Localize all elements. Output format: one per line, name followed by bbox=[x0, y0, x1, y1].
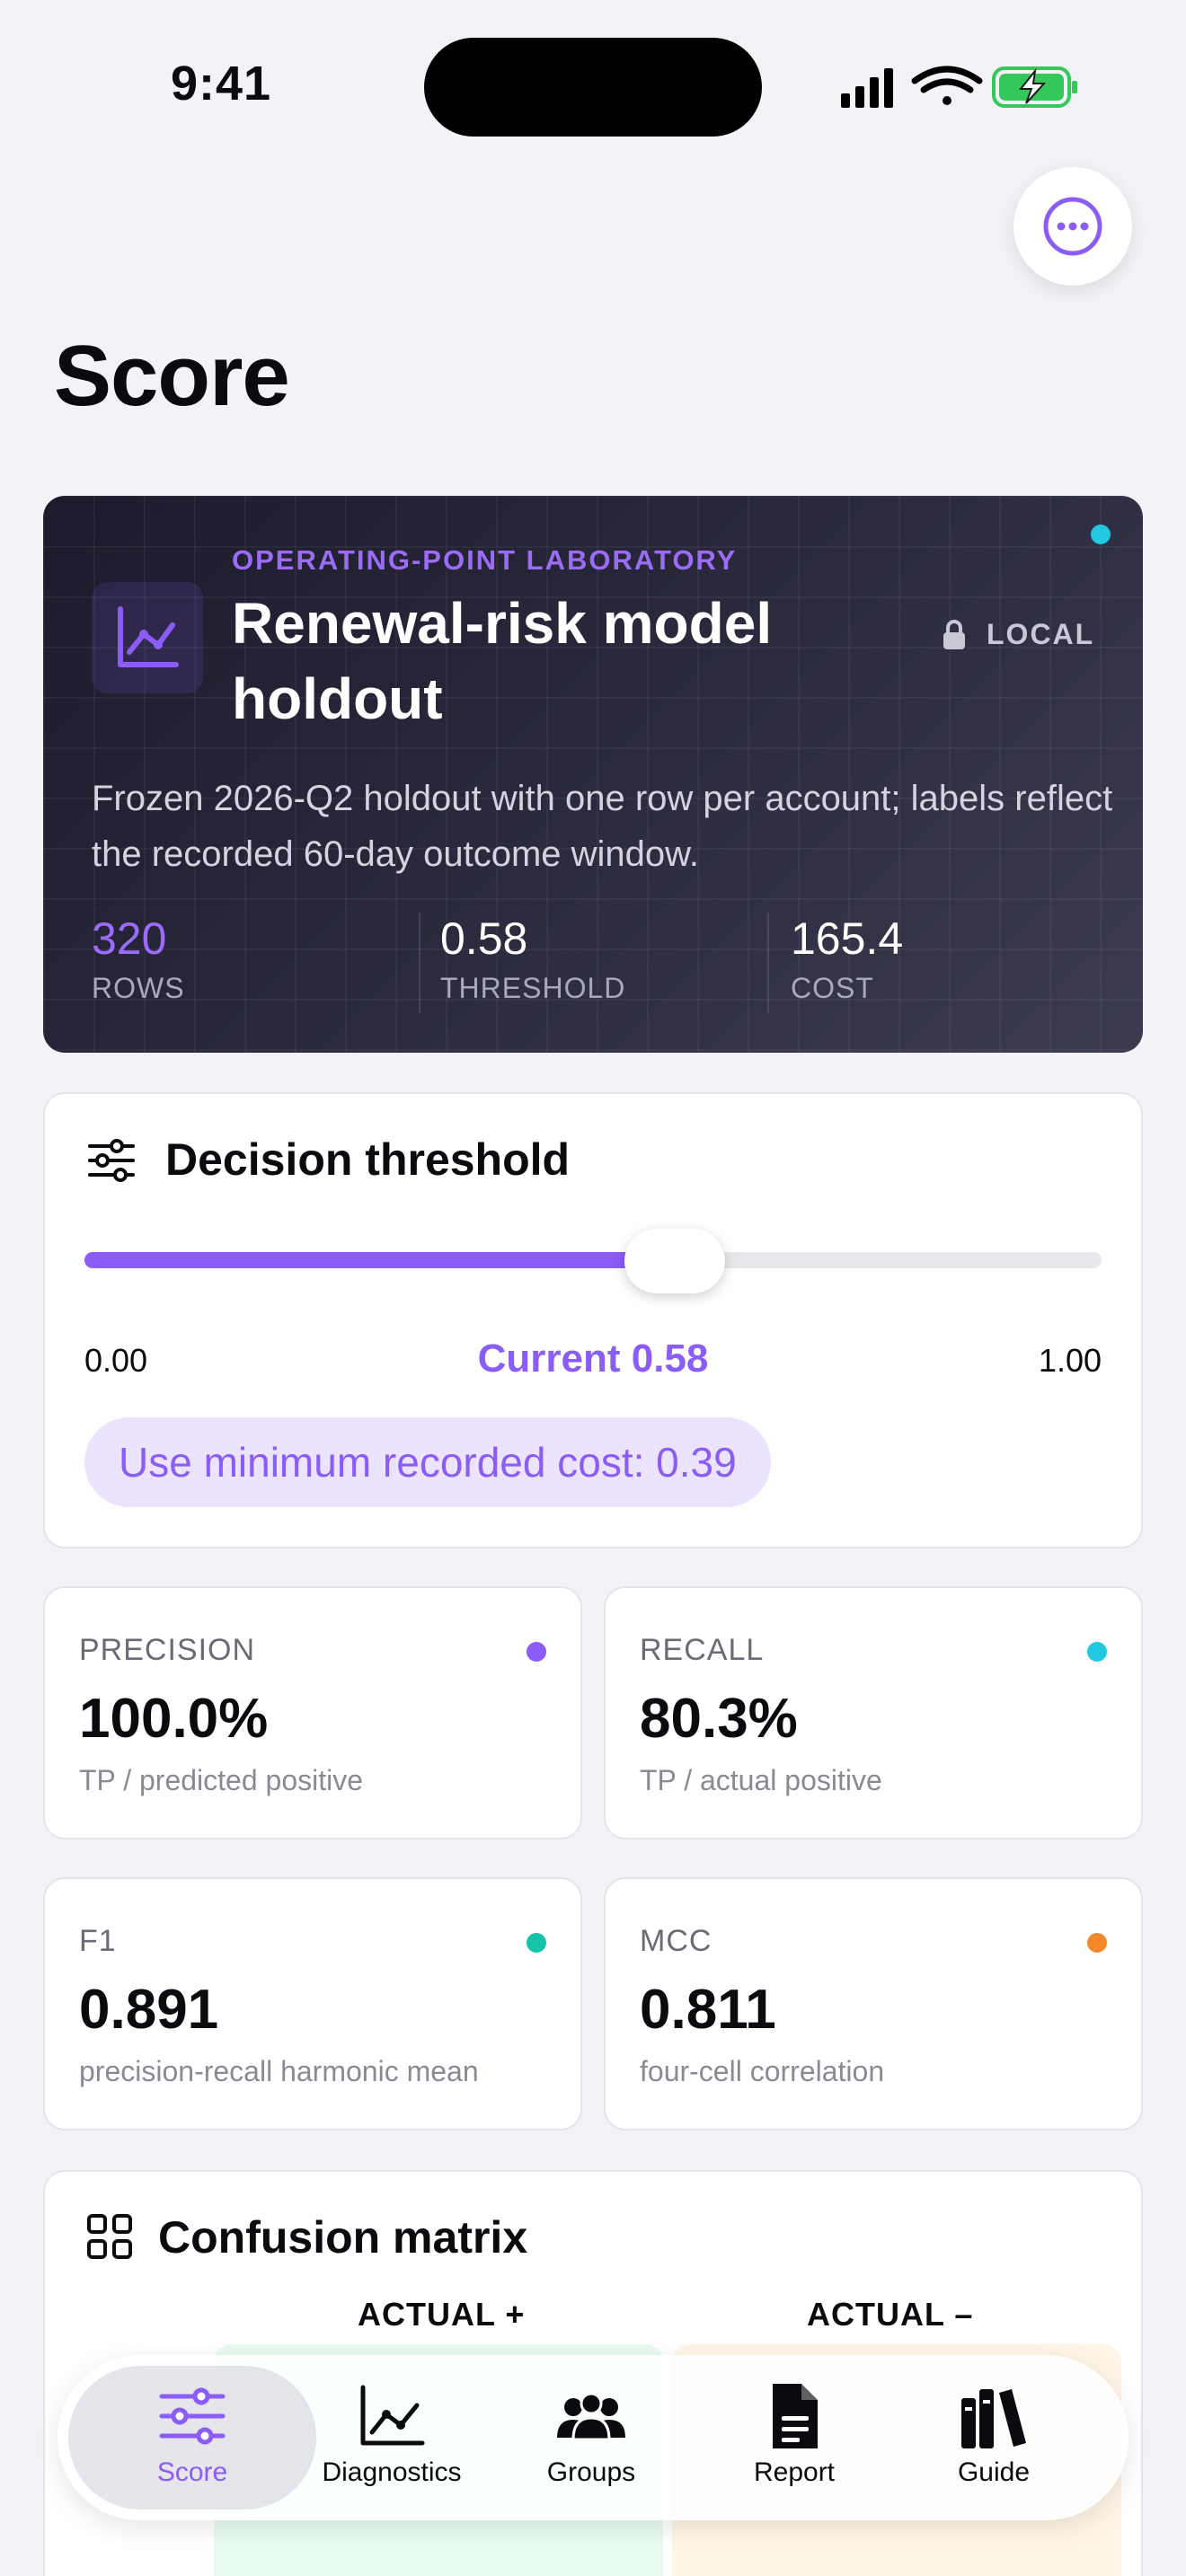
tab-label: Score bbox=[156, 2457, 228, 2487]
min-cost-chip-button[interactable]: Use minimum recorded cost: 0.39 bbox=[84, 1417, 771, 1507]
metric-subtitle: TP / actual positive bbox=[640, 1764, 882, 1796]
stat-cost: 165.4 COST bbox=[791, 913, 903, 1005]
stat-rows-value: 320 bbox=[92, 913, 167, 964]
stat-threshold-value: 0.58 bbox=[440, 913, 528, 964]
metric-subtitle: precision-recall harmonic mean bbox=[79, 2055, 479, 2087]
metric-value: 0.811 bbox=[640, 1979, 776, 2041]
tab-report[interactable]: Report bbox=[695, 2380, 893, 2502]
grid-icon bbox=[87, 2214, 132, 2259]
sliders-icon bbox=[88, 1139, 135, 1182]
dataset-hero-card: OPERATING-POINT LABORATORY Renewal-risk … bbox=[43, 496, 1143, 1053]
lock-icon bbox=[943, 619, 965, 649]
stat-rows: 320 ROWS bbox=[92, 913, 185, 1005]
people-icon bbox=[557, 2392, 625, 2441]
threshold-title: Decision threshold bbox=[165, 1134, 571, 1185]
tab-label: Report bbox=[753, 2457, 836, 2487]
battery-charging-icon bbox=[992, 66, 1077, 108]
metric-value: 0.891 bbox=[79, 1979, 219, 2041]
hero-icon-tile bbox=[92, 582, 203, 693]
stat-cost-label: COST bbox=[791, 972, 874, 1004]
metric-label: PRECISION bbox=[79, 1633, 256, 1667]
metric-label: MCC bbox=[640, 1924, 712, 1958]
status-time: 9:41 bbox=[171, 57, 272, 110]
books-icon bbox=[961, 2389, 1026, 2448]
more-icon bbox=[1043, 197, 1102, 256]
more-button[interactable] bbox=[1013, 167, 1132, 286]
threshold-current-label: Current 0.58 bbox=[477, 1337, 709, 1381]
metric-dot bbox=[1087, 1642, 1107, 1662]
metric-card-recall: RECALL 80.3% TP / actual positive bbox=[604, 1586, 1143, 1839]
hero-description: Frozen 2026-Q2 holdout with one row per … bbox=[92, 779, 1113, 874]
status-icons bbox=[841, 66, 1077, 108]
stat-divider bbox=[419, 913, 420, 1013]
tab-groups[interactable]: Groups bbox=[492, 2380, 690, 2502]
metric-dot bbox=[527, 1933, 546, 1953]
signal-icon bbox=[841, 68, 893, 108]
tab-guide[interactable]: Guide bbox=[895, 2380, 1093, 2502]
metric-value: 100.0% bbox=[79, 1688, 269, 1750]
hero-eyebrow: OPERATING-POINT LABORATORY bbox=[232, 544, 738, 576]
local-badge-label: LOCAL bbox=[987, 618, 1095, 650]
metric-card-precision: PRECISION 100.0% TP / predicted positive bbox=[43, 1586, 582, 1839]
tab-label: Guide bbox=[957, 2457, 1031, 2487]
threshold-max-label: 1.00 bbox=[1038, 1342, 1102, 1379]
tab-label: Diagnostics bbox=[322, 2457, 462, 2487]
dynamic-island bbox=[424, 38, 762, 137]
threshold-slider-fill bbox=[84, 1252, 675, 1268]
line-chart-icon bbox=[118, 606, 179, 667]
line-chart-icon bbox=[360, 2385, 425, 2446]
hero-title: Renewal-risk model holdout bbox=[232, 591, 773, 731]
status-dot bbox=[1091, 525, 1111, 544]
local-badge: LOCAL bbox=[942, 618, 1094, 651]
document-icon bbox=[773, 2384, 818, 2448]
column-header-actual-positive: ACTUAL + bbox=[358, 2296, 526, 2333]
metric-card-f1: F1 0.891 precision-recall harmonic mean bbox=[43, 1877, 582, 2130]
metric-dot bbox=[1087, 1933, 1107, 1953]
stat-cost-value: 165.4 bbox=[791, 913, 904, 964]
stat-divider bbox=[767, 913, 769, 1013]
confusion-matrix-title: Confusion matrix bbox=[158, 2212, 528, 2263]
sliders-icon bbox=[159, 2387, 226, 2445]
wifi-icon bbox=[911, 66, 983, 105]
metric-subtitle: four-cell correlation bbox=[640, 2055, 885, 2087]
metric-dot bbox=[527, 1642, 546, 1662]
metric-label: RECALL bbox=[640, 1633, 765, 1667]
threshold-slider-thumb[interactable] bbox=[624, 1229, 725, 1293]
stat-threshold-label: THRESHOLD bbox=[440, 972, 626, 1004]
page-title: Score bbox=[54, 328, 290, 424]
tab-score[interactable]: Score bbox=[93, 2380, 291, 2502]
metric-label: F1 bbox=[79, 1924, 117, 1958]
metric-card-mcc: MCC 0.811 four-cell correlation bbox=[604, 1877, 1143, 2130]
metric-subtitle: TP / predicted positive bbox=[79, 1764, 364, 1796]
metric-value: 80.3% bbox=[640, 1688, 798, 1750]
tab-label: Groups bbox=[546, 2457, 636, 2487]
column-header-actual-negative: ACTUAL – bbox=[807, 2296, 974, 2333]
tab-diagnostics[interactable]: Diagnostics bbox=[293, 2380, 491, 2502]
stat-rows-label: ROWS bbox=[92, 972, 185, 1004]
stat-threshold: 0.58 THRESHOLD bbox=[440, 913, 625, 1005]
